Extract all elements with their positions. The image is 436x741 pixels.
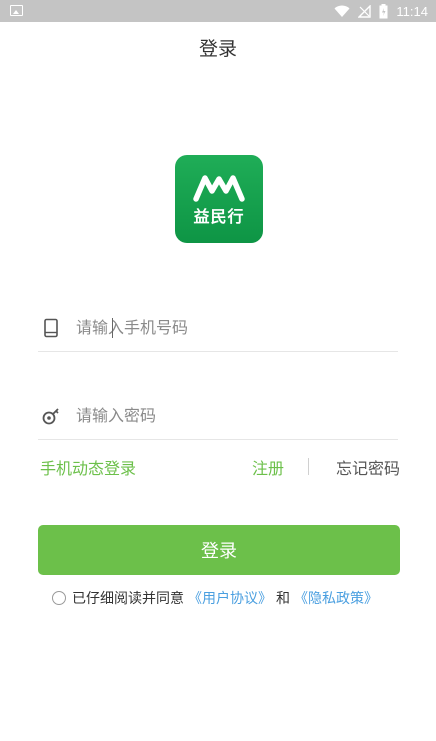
phone-icon (40, 317, 62, 339)
register-link[interactable]: 注册 (252, 455, 284, 479)
link-row: 手机动态登录 注册 忘记密码 (40, 455, 400, 479)
text-cursor (112, 318, 113, 338)
battery-icon (379, 3, 388, 18)
status-bar: 11:14 (0, 0, 436, 22)
sms-login-link[interactable]: 手机动态登录 (40, 455, 136, 479)
page-title: 登录 (198, 38, 237, 60)
phone-field (38, 304, 398, 352)
no-signal-icon (358, 4, 372, 18)
agreement-prefix: 已仔细阅读并同意 (72, 591, 184, 607)
key-icon (40, 405, 62, 427)
phone-input[interactable] (76, 318, 376, 337)
status-time: 11:14 (396, 3, 428, 19)
status-icons: 11:14 (334, 0, 428, 22)
password-input[interactable] (76, 406, 376, 425)
wifi-icon (334, 5, 350, 17)
agreement-and: 和 (276, 591, 290, 607)
logo-text: 益民行 (193, 207, 245, 226)
link-divider (308, 458, 309, 475)
privacy-policy-link[interactable]: 《隐私政策》 (294, 588, 378, 608)
logo-mark-icon (193, 175, 245, 202)
agree-radio[interactable] (52, 591, 66, 605)
forgot-password-link[interactable]: 忘记密码 (336, 455, 400, 479)
image-notification-icon (10, 5, 23, 16)
agreement-row: 已仔细阅读并同意 《用户协议》 和 《隐私政策》 (52, 588, 382, 608)
login-button[interactable]: 登录 (38, 525, 400, 575)
password-field (38, 392, 398, 440)
app-logo: 益民行 (175, 155, 263, 243)
user-agreement-link[interactable]: 《用户协议》 (188, 588, 272, 608)
